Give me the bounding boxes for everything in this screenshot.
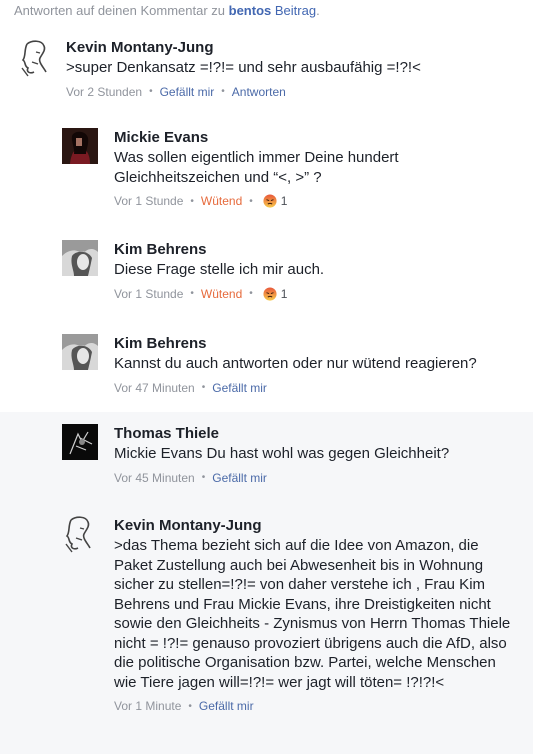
comment-author[interactable]: Kim Behrens — [114, 334, 514, 353]
comment-time: Vor 47 Minuten — [114, 380, 195, 395]
avatar[interactable] — [62, 514, 98, 554]
comment-text: Was sollen eigentlich immer Deine hunder… — [114, 149, 399, 186]
comment-time: Vor 2 Stunden — [66, 84, 143, 99]
comment-author[interactable]: Kevin Montany-Jung — [114, 516, 514, 535]
comment-author[interactable]: Kevin Montany-Jung — [66, 38, 516, 57]
avatar[interactable] — [62, 128, 98, 164]
photo-avatar-mickie-icon — [62, 128, 98, 164]
photo-avatar-kim-icon — [62, 334, 98, 370]
comment-meta: Vor 1 Minute • Gefällt mir — [114, 699, 254, 713]
comment-author[interactable]: Thomas Thiele — [114, 424, 514, 443]
reaction-count: 1 — [280, 286, 288, 301]
sketch-face-icon — [21, 40, 47, 77]
comment-time: Vor 45 Minuten — [114, 470, 195, 485]
comment-text: >super Denkansatz =!?!= und sehr ausbauf… — [66, 59, 421, 76]
post-link[interactable]: Beitrag — [275, 3, 316, 18]
photo-avatar-thomas-icon — [62, 424, 98, 460]
header-suffix: . — [316, 3, 320, 18]
photo-avatar-kim-icon — [62, 240, 98, 276]
header-prefix: Antworten auf deinen Kommentar zu — [14, 3, 226, 18]
comment-text: Mickie Evans Du hast wohl was gegen Glei… — [114, 445, 450, 462]
avatar[interactable] — [62, 240, 98, 276]
like-button[interactable]: Gefällt mir — [199, 699, 254, 713]
comment-author[interactable]: Kim Behrens — [114, 240, 514, 259]
comment-text: Kannst du auch antworten oder nur wütend… — [114, 355, 477, 372]
comment-meta: Vor 45 Minuten • Gefällt mir — [114, 470, 267, 485]
angry-face-icon[interactable] — [263, 194, 277, 208]
angry-face-icon[interactable] — [263, 286, 277, 301]
avatar[interactable] — [62, 334, 98, 370]
comment-text: Diese Frage stelle ich mir auch. — [114, 261, 325, 278]
comment-meta: Vor 1 Stunde • Wütend • 1 — [114, 194, 288, 208]
comment-meta: Vor 2 Stunden • Gefällt mir • Antworten — [66, 84, 286, 99]
like-button[interactable]: Gefällt mir — [160, 85, 215, 99]
comment-meta: Vor 1 Stunde • Wütend • 1 — [114, 286, 288, 301]
reaction-label[interactable]: Wütend — [201, 194, 242, 208]
avatar[interactable] — [18, 38, 54, 78]
reaction-label[interactable]: Wütend — [201, 287, 242, 301]
comment-meta: Vor 47 Minuten • Gefällt mir — [114, 380, 267, 395]
avatar[interactable] — [62, 424, 98, 460]
reaction-count: 1 — [280, 194, 288, 208]
like-button[interactable]: Gefällt mir — [212, 381, 267, 395]
like-button[interactable]: Gefällt mir — [212, 471, 267, 485]
comment-text: >das Thema bezieht sich auf die Idee von… — [114, 537, 511, 691]
comment-time: Vor 1 Stunde — [114, 194, 184, 208]
comment-author[interactable]: Mickie Evans — [114, 128, 514, 147]
notification-header: Antworten auf deinen Kommentar zu bentos… — [14, 3, 320, 18]
comment-time: Vor 1 Stunde — [114, 286, 184, 301]
reply-button[interactable]: Antworten — [232, 85, 286, 99]
sketch-face-icon — [65, 516, 91, 553]
comment-time: Vor 1 Minute — [114, 699, 182, 713]
post-author-link[interactable]: bentos — [229, 3, 272, 18]
